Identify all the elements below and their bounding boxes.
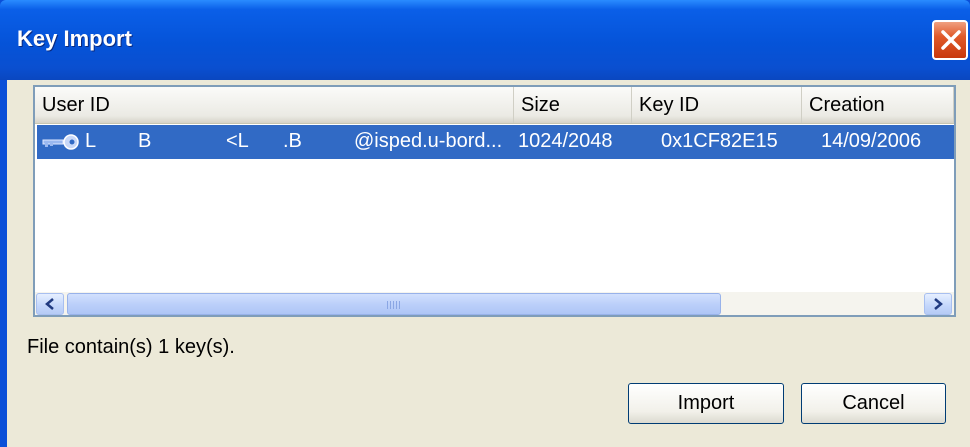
scroll-right-button[interactable] [924, 293, 952, 315]
column-header-creation[interactable]: Creation [802, 87, 954, 123]
chevron-left-icon [45, 298, 54, 310]
user-id-part: L [85, 130, 97, 152]
status-text: File contain(s) 1 key(s). [27, 336, 235, 358]
scroll-left-button[interactable] [36, 293, 64, 315]
scrollbar-thumb[interactable] [67, 293, 721, 315]
key-list[interactable]: User ID Size Key ID Creation L B <L .B @… [33, 85, 956, 317]
close-icon [941, 30, 961, 50]
user-id-part: <L [226, 130, 249, 152]
cancel-button[interactable]: Cancel [801, 383, 946, 424]
user-id-part: B [138, 130, 152, 152]
key-import-dialog: Key Import User ID Size Key ID Creation [0, 0, 970, 447]
column-header-key-id[interactable]: Key ID [632, 87, 802, 123]
dialog-client-area: User ID Size Key ID Creation L B <L .B @… [7, 80, 970, 447]
key-icon [42, 134, 79, 150]
column-header-size[interactable]: Size [514, 87, 632, 123]
key-creation-date: 14/09/2006 [821, 130, 922, 152]
list-header: User ID Size Key ID Creation [35, 87, 954, 124]
close-button[interactable] [932, 20, 968, 60]
chevron-right-icon [934, 298, 943, 310]
list-item[interactable]: L B <L .B @isped.u-bord... 1024/2048 0x1… [37, 125, 954, 159]
scroll-grip [387, 301, 401, 309]
column-header-user-id[interactable]: User ID [35, 87, 514, 123]
user-id-part: .B [283, 130, 302, 152]
user-id-part: @isped.u-bord... [354, 130, 503, 152]
window-title: Key Import [17, 26, 132, 51]
horizontal-scrollbar[interactable] [35, 292, 954, 315]
title-bar[interactable]: Key Import [0, 0, 970, 80]
key-id: 0x1CF82E15 [661, 130, 778, 152]
key-size: 1024/2048 [518, 130, 613, 152]
import-button[interactable]: Import [628, 383, 784, 424]
